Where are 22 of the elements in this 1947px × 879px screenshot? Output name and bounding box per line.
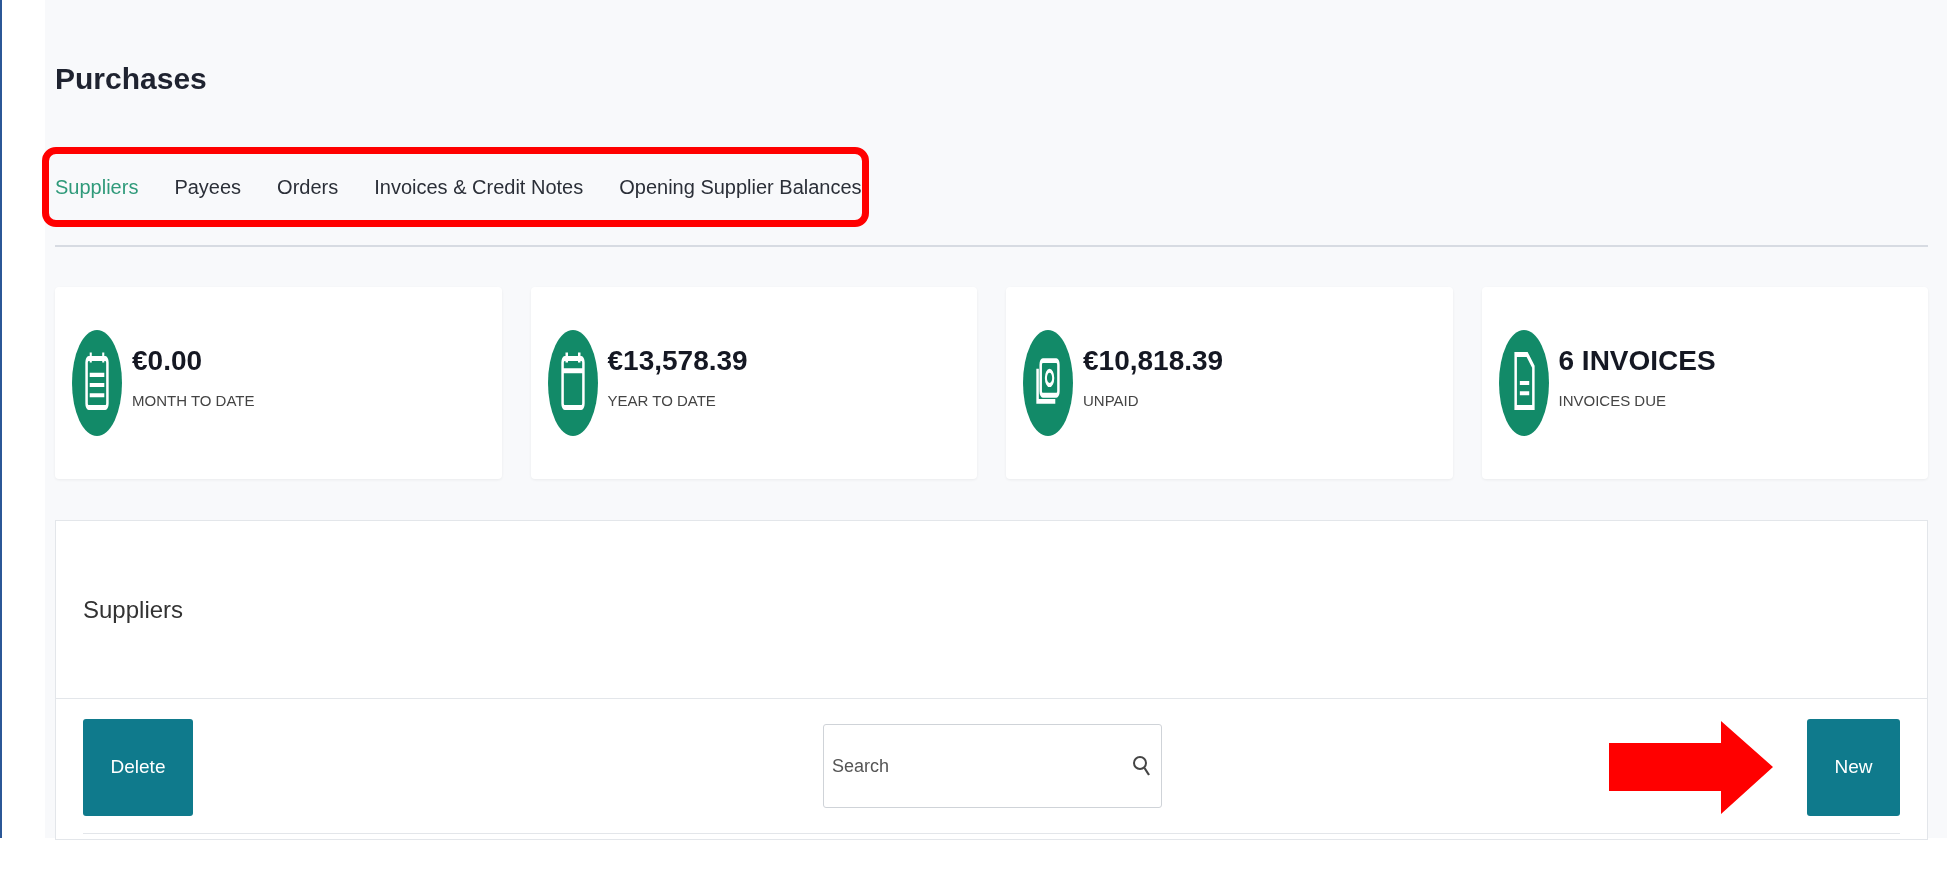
tab[interactable]: Payees [174, 172, 242, 202]
summary-label: MONTH TO DATE [132, 390, 255, 411]
summary-value: €0.00 [132, 343, 204, 378]
calendar-grid-icon [72, 330, 122, 436]
tab[interactable]: Orders [277, 172, 339, 202]
tab[interactable]: Opening Supplier Balances [619, 172, 862, 202]
banknote-icon [1023, 330, 1073, 436]
search-icon [1132, 755, 1152, 777]
tab[interactable]: Invoices & Credit Notes [374, 172, 584, 202]
delete-button[interactable]: Delete [83, 719, 193, 816]
calendar-icon [547, 330, 598, 436]
summary-value: 6 INVOICES [1558, 343, 1716, 378]
summary-label: UNPAID [1083, 390, 1140, 411]
panel-title: Suppliers [83, 594, 184, 625]
page-title: Purchases [55, 61, 207, 97]
summary-value: €10,818.39 [1083, 343, 1224, 378]
new-button[interactable]: New [1807, 719, 1900, 816]
summary-label: INVOICES DUE [1558, 390, 1668, 411]
search-field[interactable]: Search [823, 724, 1162, 808]
document-icon [1498, 330, 1549, 436]
summary-label: YEAR TO DATE [607, 390, 717, 411]
summary-value: €13,578.39 [607, 343, 748, 378]
